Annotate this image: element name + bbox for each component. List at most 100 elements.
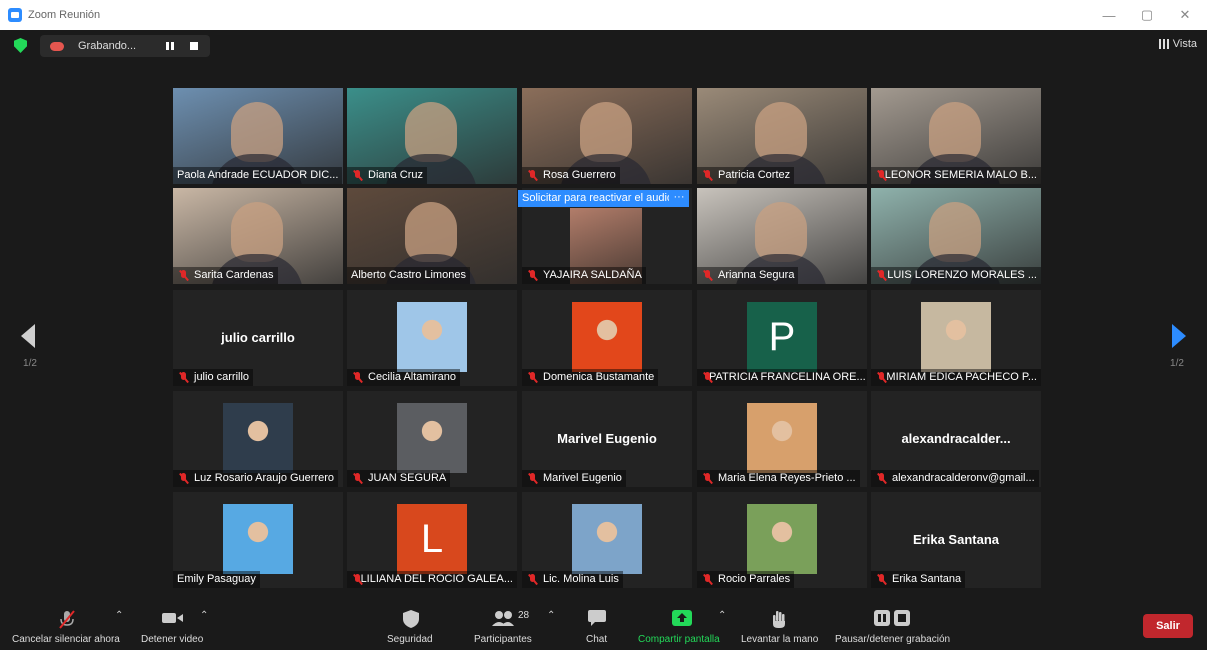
participant-name: Domenica Bustamante bbox=[543, 371, 655, 383]
audio-options-caret-icon[interactable]: ⌃ bbox=[115, 610, 123, 621]
participant-tile[interactable]: JUAN SEGURA bbox=[347, 391, 517, 487]
participant-figure bbox=[929, 102, 981, 162]
participant-tile[interactable]: Luz Rosario Araujo Guerrero bbox=[173, 391, 343, 487]
participant-name-bar: julio carrillo bbox=[173, 369, 254, 386]
participant-avatar-image bbox=[921, 302, 991, 372]
participant-tile[interactable]: Rocio Parrales bbox=[697, 492, 867, 588]
participant-name-bar: MIRIAM EDICA PACHECO P... bbox=[871, 369, 1041, 386]
participant-name: Patricia Cortez bbox=[718, 169, 791, 181]
participant-figure bbox=[231, 102, 283, 162]
participant-name: Rocio Parrales bbox=[718, 573, 791, 585]
pause-recording-icon[interactable] bbox=[166, 42, 174, 50]
participant-name: Luz Rosario Araujo Guerrero bbox=[194, 472, 335, 484]
participant-name: Erika Santana bbox=[892, 573, 962, 585]
participant-initial-avatar: L bbox=[397, 504, 467, 574]
participant-tile[interactable]: Emily Pasaguay bbox=[173, 492, 343, 588]
leave-meeting-button[interactable]: Salir bbox=[1143, 614, 1193, 638]
participant-avatar-image bbox=[223, 504, 293, 574]
microphone-muted-icon bbox=[877, 372, 885, 383]
participant-name: alexandracalderonv@gmail... bbox=[892, 472, 1035, 484]
participant-name-bar: Lic. Molina Luis bbox=[522, 571, 623, 588]
participant-initial-avatar: P bbox=[747, 302, 817, 372]
microphone-muted-icon bbox=[528, 473, 537, 484]
participant-name-bar: Rosa Guerrero bbox=[522, 167, 620, 184]
participant-name-bar: PATRICIA FRANCELINA ORE... bbox=[697, 369, 867, 386]
close-button[interactable]: ✕ bbox=[1166, 0, 1204, 30]
request-unmute-button[interactable]: Solicitar para reactivar el audio bbox=[518, 190, 678, 207]
microphone-muted-icon bbox=[353, 473, 362, 484]
participant-tile[interactable]: julio carrillo julio carrillo bbox=[173, 290, 343, 386]
participant-tile[interactable]: MIRIAM EDICA PACHECO P... bbox=[871, 290, 1041, 386]
stop-recording-icon[interactable] bbox=[190, 42, 198, 50]
microphone-muted-icon bbox=[179, 473, 188, 484]
participant-display-name: alexandracalder... bbox=[901, 431, 1011, 446]
participant-name: LUIS LORENZO MORALES ... bbox=[887, 269, 1037, 281]
maximize-button[interactable]: ▢ bbox=[1128, 0, 1166, 30]
participant-name: LEONOR SEMERIA MALO B... bbox=[884, 169, 1037, 181]
minimize-button[interactable]: — bbox=[1090, 0, 1128, 30]
participant-tile[interactable]: Rosa Guerrero bbox=[522, 88, 692, 184]
participant-tile[interactable]: LEONOR SEMERIA MALO B... bbox=[871, 88, 1041, 184]
participant-avatar-image bbox=[747, 403, 817, 473]
encryption-shield-icon[interactable] bbox=[14, 38, 27, 53]
participant-tile[interactable]: Alberto Castro Limones bbox=[347, 188, 517, 284]
participant-tile[interactable]: Maria Elena Reyes-Prieto ... bbox=[697, 391, 867, 487]
microphone-muted-icon bbox=[877, 574, 886, 585]
participant-tile[interactable]: LUIS LORENZO MORALES ... bbox=[871, 188, 1041, 284]
video-options-caret-icon[interactable]: ⌃ bbox=[200, 610, 208, 621]
participant-tile[interactable]: Marivel Eugenio Marivel Eugenio bbox=[522, 391, 692, 487]
view-button[interactable]: Vista bbox=[1158, 38, 1197, 50]
participant-name: Alberto Castro Limones bbox=[351, 269, 466, 281]
participant-tile[interactable]: Lic. Molina Luis bbox=[522, 492, 692, 588]
participant-tile[interactable]: L LILIANA DEL ROCIO GALEA... bbox=[347, 492, 517, 588]
participant-tile[interactable]: YAJAIRA SALDAÑA Solicitar para reactivar … bbox=[518, 188, 692, 284]
participant-avatar-image bbox=[572, 302, 642, 372]
participant-tile[interactable]: Erika Santana Erika Santana bbox=[871, 492, 1041, 588]
participant-name-bar: Maria Elena Reyes-Prieto ... bbox=[697, 470, 860, 487]
zoom-app-icon bbox=[8, 8, 22, 22]
participant-tile[interactable]: Paola Andrade ECUADOR DIC... bbox=[173, 88, 343, 184]
recording-label: Grabando... bbox=[78, 40, 137, 52]
participant-tile[interactable]: Cecilia Altamirano bbox=[347, 290, 517, 386]
participant-name: Paola Andrade ECUADOR DIC... bbox=[177, 169, 339, 181]
microphone-muted-icon bbox=[703, 270, 712, 281]
unmute-label: Cancelar silenciar ahora bbox=[12, 634, 120, 645]
more-options-button[interactable]: ··· bbox=[669, 190, 689, 207]
participants-icon bbox=[492, 611, 514, 626]
participant-display-name: Marivel Eugenio bbox=[557, 431, 657, 446]
participant-name-bar: Paola Andrade ECUADOR DIC... bbox=[173, 167, 343, 184]
participant-tile[interactable]: Domenica Bustamante bbox=[522, 290, 692, 386]
share-options-caret-icon[interactable]: ⌃ bbox=[718, 610, 726, 621]
meeting-toolbar: ⌃ Cancelar silenciar ahora ⌃ Detener vid… bbox=[0, 600, 1207, 650]
participants-label: Participantes bbox=[474, 634, 532, 645]
previous-page-button[interactable]: 1/2 bbox=[15, 324, 45, 374]
microphone-muted-icon bbox=[703, 574, 712, 585]
participant-figure bbox=[929, 202, 981, 262]
arrow-right-icon bbox=[1172, 324, 1186, 348]
microphone-muted-icon bbox=[179, 372, 188, 383]
participant-name-bar: Arianna Segura bbox=[697, 267, 799, 284]
next-page-button[interactable]: 1/2 bbox=[1162, 324, 1192, 374]
participant-tile[interactable]: Diana Cruz bbox=[347, 88, 517, 184]
arrow-left-icon bbox=[21, 324, 35, 348]
participant-name-bar: Domenica Bustamante bbox=[522, 369, 659, 386]
raise-hand-icon bbox=[773, 611, 785, 628]
participant-tile[interactable]: P PATRICIA FRANCELINA ORE... bbox=[697, 290, 867, 386]
microphone-muted-icon bbox=[703, 473, 712, 484]
participant-tile[interactable]: Sarita Cardenas bbox=[173, 188, 343, 284]
participant-avatar-image bbox=[747, 504, 817, 574]
cloud-recording-icon bbox=[50, 41, 64, 51]
participant-tile[interactable]: Patricia Cortez bbox=[697, 88, 867, 184]
participant-name-bar: JUAN SEGURA bbox=[347, 470, 451, 487]
participant-name: Diana Cruz bbox=[368, 169, 424, 181]
participant-tile[interactable]: alexandracalder... alexandracalderonv@gma… bbox=[871, 391, 1041, 487]
participant-name-bar: Cecilia Altamirano bbox=[347, 369, 461, 386]
window-titlebar: Zoom Reunión — ▢ ✕ bbox=[0, 0, 1207, 30]
page-indicator-right: 1/2 bbox=[1170, 358, 1184, 369]
participants-caret-icon[interactable]: ⌃ bbox=[547, 610, 555, 621]
participant-name: Marivel Eugenio bbox=[543, 472, 622, 484]
participant-name-bar: Sarita Cardenas bbox=[173, 267, 278, 284]
participant-name-bar: Alberto Castro Limones bbox=[347, 267, 470, 284]
participant-tile[interactable]: Arianna Segura bbox=[697, 188, 867, 284]
participant-name: PATRICIA FRANCELINA ORE... bbox=[709, 371, 866, 383]
